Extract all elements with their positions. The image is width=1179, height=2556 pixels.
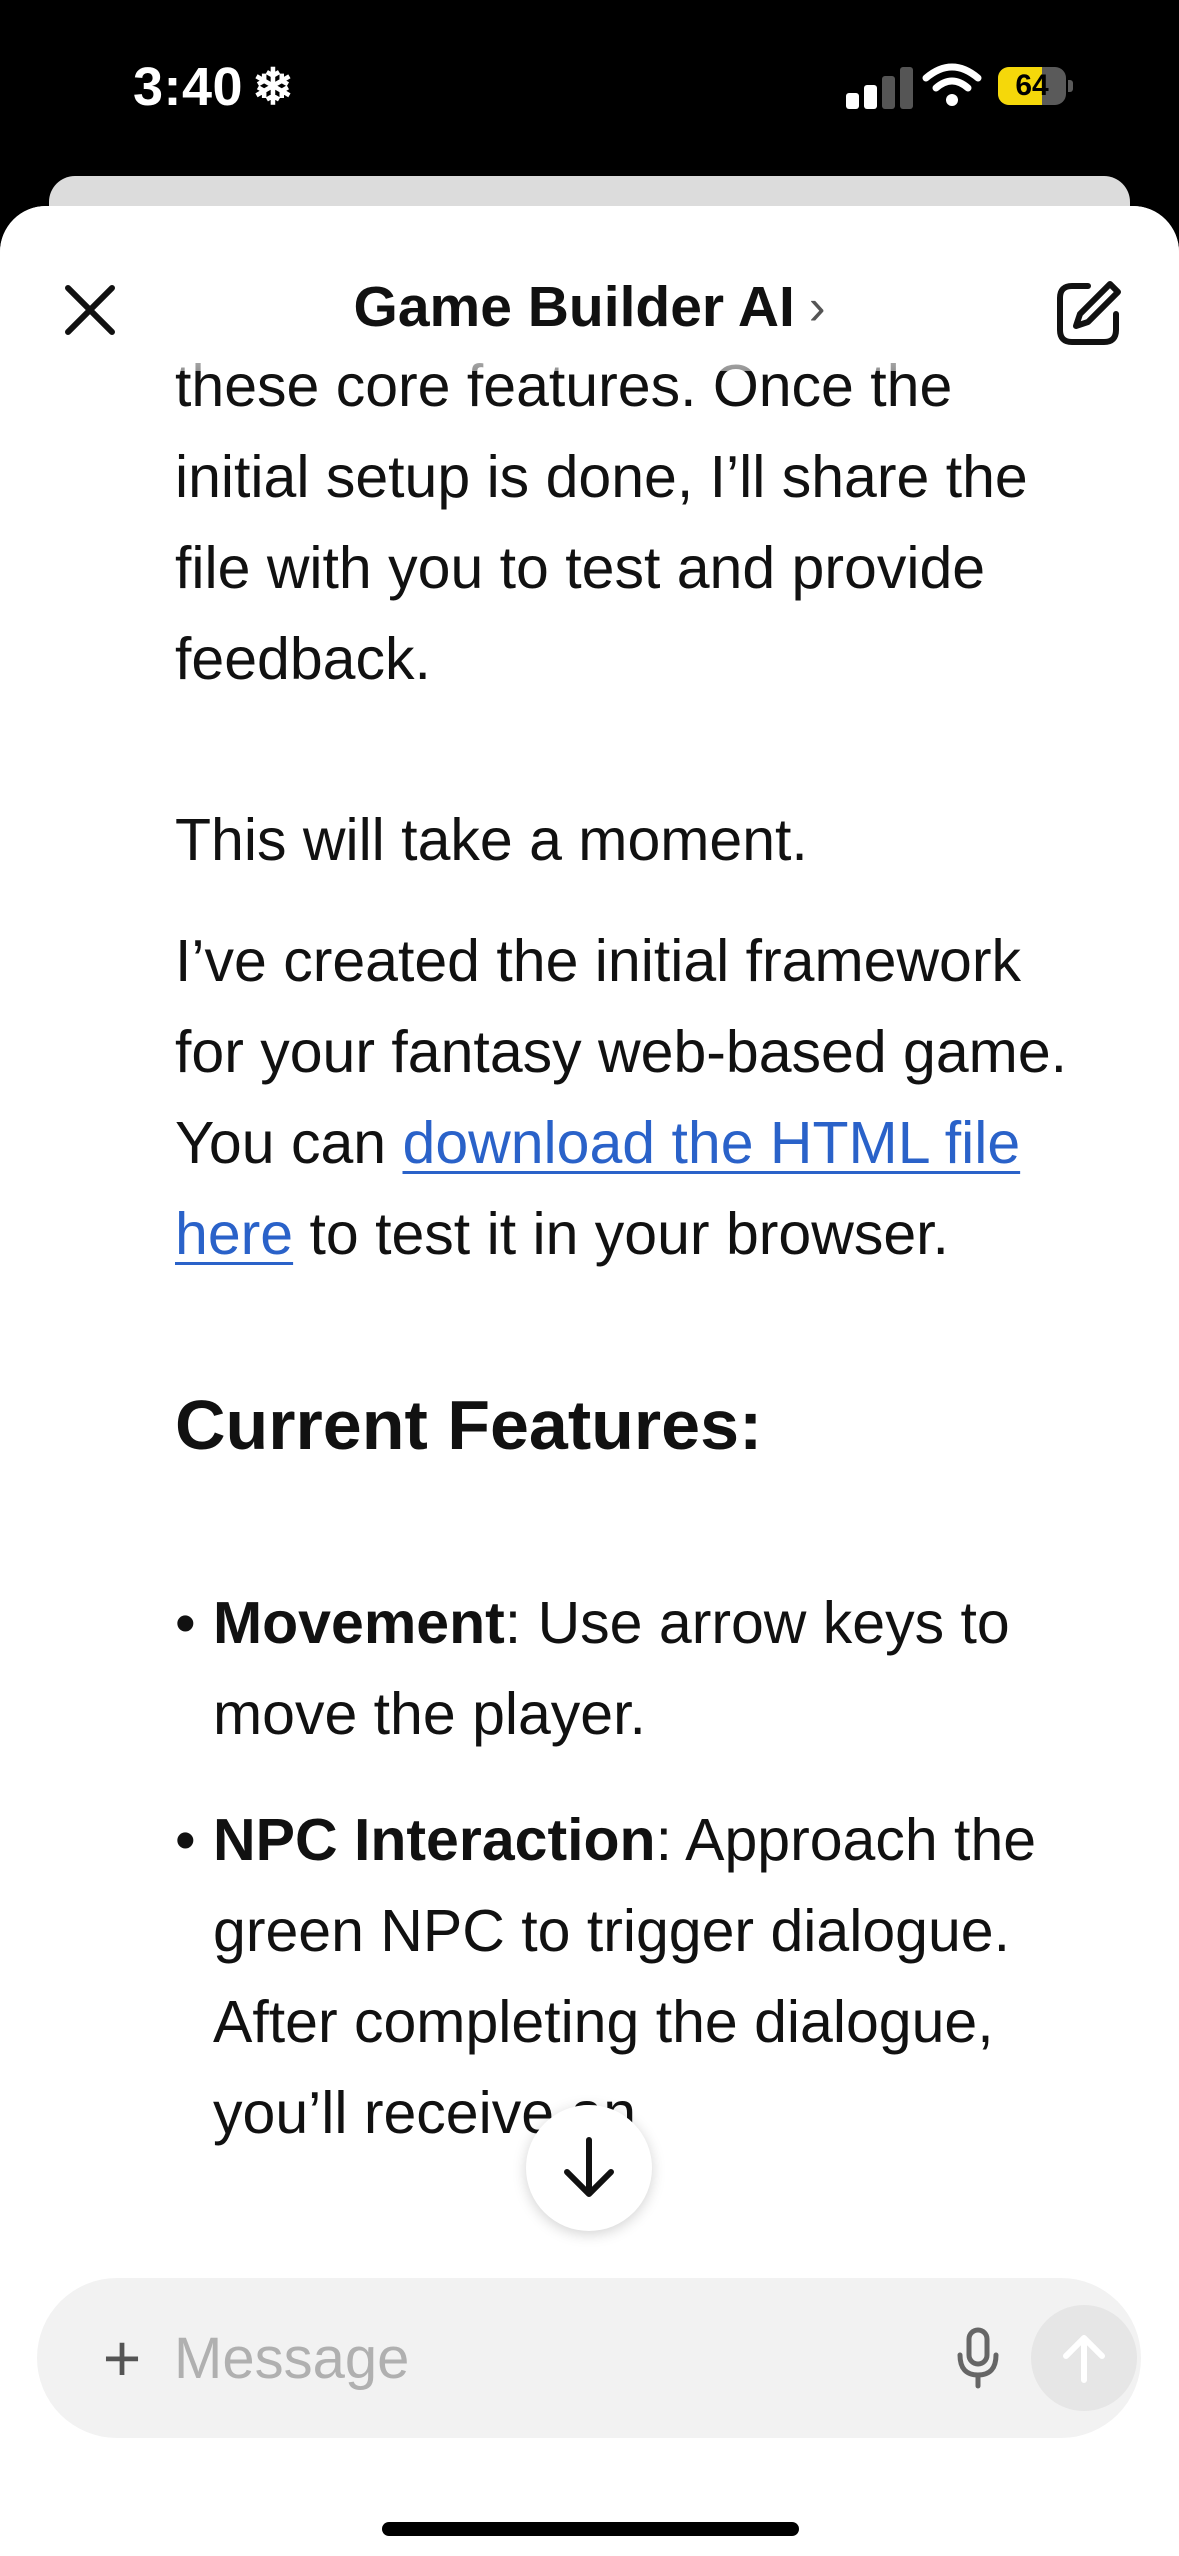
feature-title: Movement <box>213 1590 505 1656</box>
battery-level: 64 <box>1015 69 1049 102</box>
bullet: • <box>175 1590 196 1656</box>
new-chat-button[interactable] <box>1050 276 1126 352</box>
signal-bar <box>846 93 859 109</box>
features-heading: Current Features: <box>175 1386 763 1464</box>
chat-title: Game Builder AI <box>353 275 795 339</box>
list-item: • NPC Interaction: Approach the green NP… <box>175 1795 1095 2159</box>
assistant-message: these core features. Once the initial se… <box>175 341 1095 2194</box>
microphone-icon <box>957 2327 999 2389</box>
status-time: 3:40 <box>133 57 244 117</box>
home-indicator[interactable] <box>382 2522 799 2536</box>
snowflake-icon: ❄ <box>252 59 294 115</box>
plus-icon[interactable]: + <box>82 2318 162 2398</box>
signal-bar <box>864 85 877 109</box>
cellular-signal-icon <box>846 65 916 109</box>
message-paragraph: I’ve created the initial framework for y… <box>175 916 1095 1280</box>
message-composer: + <box>37 2278 1141 2438</box>
bullet: • <box>175 1807 196 1873</box>
chat-sheet: these core features. Once the initial se… <box>0 206 1179 2556</box>
chat-title-button[interactable]: Game Builder AI › <box>0 274 1179 340</box>
chat-header: Game Builder AI › <box>0 206 1179 371</box>
message-partial-paragraph: these core features. Once the initial se… <box>175 353 1028 692</box>
new-chat-edit-icon <box>1057 281 1121 345</box>
microphone-button[interactable] <box>938 2318 1018 2398</box>
list-item: • Movement: Use arrow keys to move the p… <box>175 1578 1095 1760</box>
message-wait-line: This will take a moment. <box>175 807 808 873</box>
message-text: to test it in your browser. <box>309 1201 949 1267</box>
send-button[interactable] <box>1031 2305 1137 2411</box>
send-arrow-icon <box>1063 2335 1105 2383</box>
feature-title: NPC Interaction <box>213 1807 656 1873</box>
message-input[interactable] <box>174 2308 934 2408</box>
signal-bar <box>900 67 913 109</box>
status-bar: 3:40 ❄ 64 <box>0 0 1179 175</box>
battery-icon: 64 <box>998 67 1073 105</box>
chevron-right-icon: › <box>808 279 826 335</box>
signal-bar <box>882 76 895 109</box>
wifi-icon <box>922 63 982 106</box>
features-list: • Movement: Use arrow keys to move the p… <box>175 1578 1095 2159</box>
scroll-to-bottom-button[interactable] <box>526 2105 652 2231</box>
scroll-down-arrow-icon <box>564 2137 614 2197</box>
